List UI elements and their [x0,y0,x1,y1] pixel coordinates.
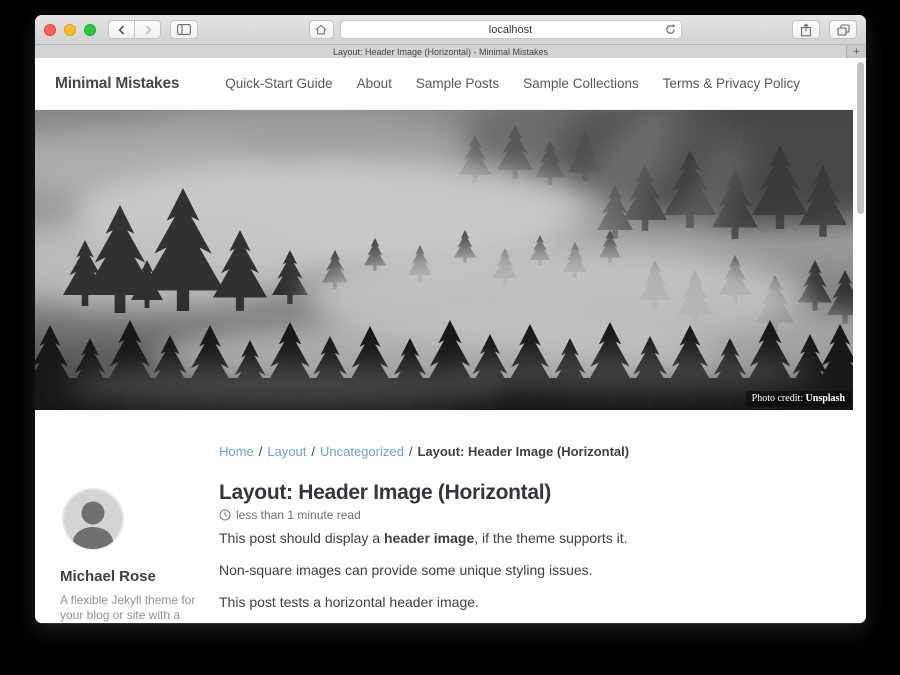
breadcrumb-layout-link[interactable]: Layout [267,444,306,459]
article-paragraph: Non-square images can provide some uniqu… [219,562,829,578]
sidebar-icon [177,24,191,35]
nav-item-sample-posts[interactable]: Sample Posts [416,76,499,91]
photo-credit-caption: Photo credit: Unsplash [746,391,851,407]
nav-item-terms-privacy[interactable]: Terms & Privacy Policy [663,76,800,91]
breadcrumb-separator: / [259,444,263,459]
browser-toolbar: localhost [35,15,866,45]
article-paragraph: This post tests a horizontal header imag… [219,594,829,610]
forward-button[interactable] [134,20,161,39]
photo-credit-link[interactable]: Unsplash [806,393,845,404]
article-paragraph: This post should display a header image,… [219,530,829,546]
back-button[interactable] [108,20,135,39]
zoom-window-button[interactable] [84,24,96,36]
breadcrumb-uncategorized-link[interactable]: Uncategorized [320,444,404,459]
close-window-button[interactable] [44,24,56,36]
tab-title: Layout: Header Image (Horizontal) - Mini… [333,47,548,57]
avatar [62,488,124,550]
author-profile: Michael Rose A flexible Jekyll theme for… [60,488,212,623]
header-image: Photo credit: Unsplash [35,110,853,410]
primary-nav: Quick-Start Guide About Sample Posts Sam… [225,76,800,91]
read-time-meta: less than 1 minute read [219,508,361,522]
author-bio-line: your blog or site with a [60,608,212,623]
masthead: Minimal Mistakes Quick-Start Guide About… [35,58,866,110]
browser-window: localhost Layout: Header Image (Horizont… [35,15,866,623]
history-nav-group [108,20,161,39]
paragraph-text: , if the theme supports it. [474,530,627,546]
paragraph-bold-text: header image [384,530,474,546]
home-button[interactable] [309,20,334,39]
home-icon [315,24,327,35]
sidebar-toggle-button[interactable] [170,20,198,39]
author-bio: A flexible Jekyll theme for your blog or… [60,593,212,623]
clock-icon [219,509,231,521]
share-icon [800,23,812,37]
minimize-window-button[interactable] [64,24,76,36]
new-tab-button[interactable]: + [847,45,866,58]
page-title: Layout: Header Image (Horizontal) [219,481,551,505]
plus-icon: + [853,46,859,58]
author-bio-line: A flexible Jekyll theme for [60,593,212,608]
reload-icon[interactable] [665,24,676,35]
paragraph-text: This post should display a [219,530,384,546]
show-all-tabs-button[interactable] [829,20,857,39]
back-icon [118,25,126,35]
breadcrumb-current: Layout: Header Image (Horizontal) [417,444,629,459]
forward-icon [144,25,152,35]
nav-item-sample-collections[interactable]: Sample Collections [523,76,639,91]
foggy-forest-illustration [35,110,853,410]
nav-item-about[interactable]: About [357,76,392,91]
author-name: Michael Rose [60,568,212,585]
breadcrumb-separator: / [409,444,413,459]
read-time-text: less than 1 minute read [236,508,361,522]
tab-active[interactable]: Layout: Header Image (Horizontal) - Mini… [35,45,847,58]
page-content: Minimal Mistakes Quick-Start Guide About… [35,58,866,623]
breadcrumb-home-link[interactable]: Home [219,444,254,459]
address-bar[interactable]: localhost [340,20,682,39]
breadcrumb-separator: / [311,444,315,459]
tab-bar: Layout: Header Image (Horizontal) - Mini… [35,45,866,59]
nav-item-quick-start-guide[interactable]: Quick-Start Guide [225,76,332,91]
scrollbar-thumb[interactable] [857,62,864,214]
site-title-link[interactable]: Minimal Mistakes [55,75,179,93]
address-bar-url: localhost [489,24,532,36]
tabs-icon [837,24,850,36]
traffic-lights [44,24,96,36]
share-button[interactable] [792,20,820,39]
breadcrumb: Home / Layout / Uncategorized / Layout: Header… [219,444,629,459]
photo-credit-text: Photo credit: [752,393,806,404]
